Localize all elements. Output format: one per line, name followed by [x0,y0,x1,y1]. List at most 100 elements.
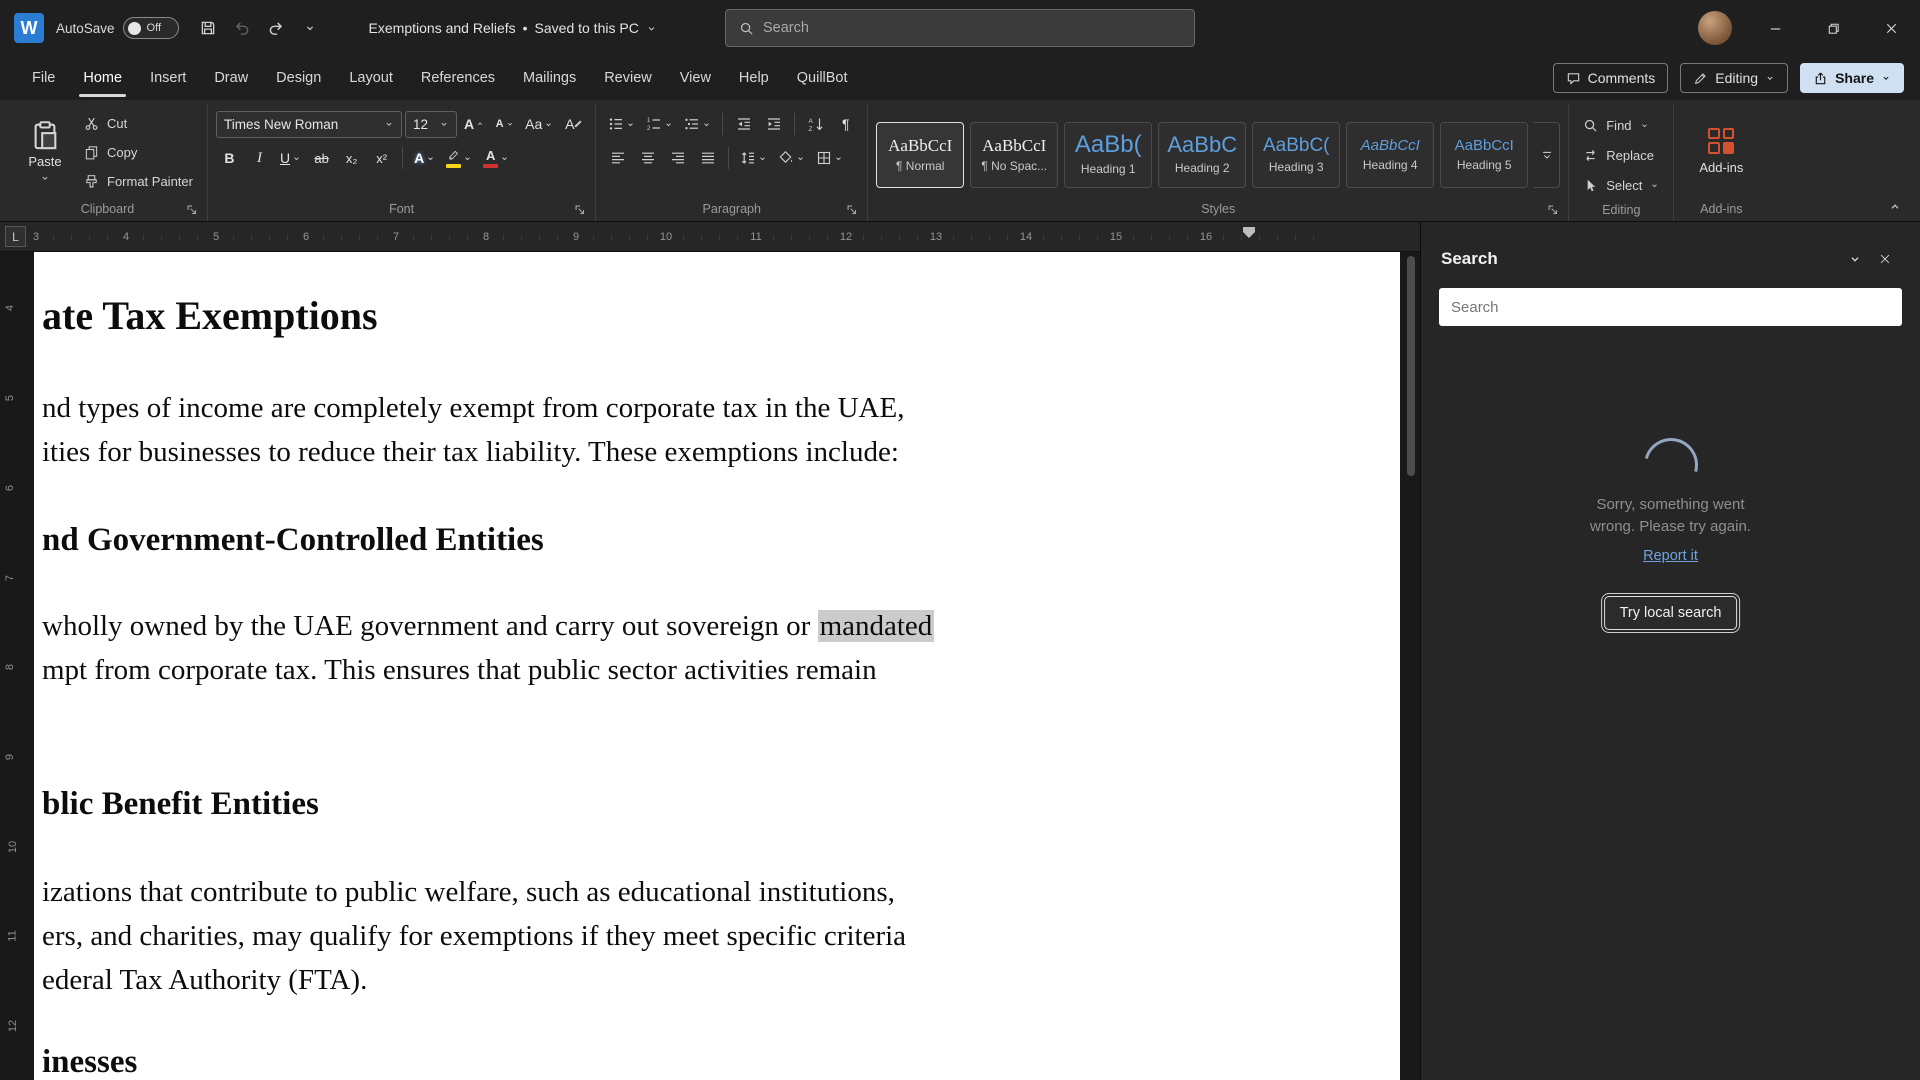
pane-body: Sorry, something went wrong. Please try … [1421,326,1920,1080]
subscript-button[interactable]: x₂ [338,144,365,172]
text-highlight-button[interactable] [442,144,476,172]
change-case-button[interactable]: Aa [521,110,557,138]
font-size-select[interactable]: 12 [404,110,457,138]
font-dialog-launcher[interactable] [573,203,587,217]
share-button[interactable]: Share [1800,63,1904,93]
paste-button[interactable]: Paste [16,106,74,196]
titlebar-search-box[interactable] [725,9,1195,47]
style-heading-5[interactable]: AaBbCcI Heading 5 [1440,121,1529,188]
menu-tab-design[interactable]: Design [262,56,335,100]
bold-button[interactable]: B [216,144,243,172]
pane-search-box[interactable] [1421,274,1920,326]
justify-button[interactable] [694,144,721,172]
add-ins-button[interactable]: Add-ins [1682,106,1760,196]
editing-mode-dropdown[interactable]: Editing [1680,63,1789,93]
ruler-number: 13 [926,230,946,243]
bullets-button[interactable] [604,110,639,138]
document-page[interactable]: ate Tax Exemptions nd types of income ar… [34,252,1400,1080]
increase-indent-button[interactable] [760,110,787,138]
select-button[interactable]: Select [1577,172,1665,198]
cut-button[interactable]: Cut [78,110,199,136]
grow-font-button[interactable]: A [460,110,488,138]
font-family-select[interactable]: Times New Roman [215,110,402,138]
pane-collapse-button[interactable] [1840,244,1870,274]
styles-dialog-launcher[interactable] [1546,203,1560,217]
word-logo-icon[interactable]: W [14,13,44,43]
menu-tab-insert[interactable]: Insert [136,56,200,100]
save-button[interactable] [191,11,225,45]
comment-icon [1566,71,1581,86]
style-heading-2[interactable]: AaBbC Heading 2 [1158,121,1247,188]
menu-tab-review[interactable]: Review [590,56,666,100]
menu-tab-help[interactable]: Help [725,56,783,100]
strikethrough-button[interactable]: ab [308,144,335,172]
copy-button[interactable]: Copy [78,139,199,165]
customize-quick-access-button[interactable] [293,11,327,45]
collapse-ribbon-button[interactable] [1882,197,1908,217]
menu-tab-mailings[interactable]: Mailings [509,56,590,100]
align-right-icon [670,150,686,166]
show-hide-marks-button[interactable]: ¶ [832,110,859,138]
comments-button[interactable]: Comments [1552,63,1669,93]
shrink-font-button[interactable]: A [491,110,518,138]
line-spacing-button[interactable] [736,144,771,172]
align-center-button[interactable] [634,144,661,172]
indent-marker[interactable] [1243,227,1255,238]
tab-selector[interactable]: L [5,226,26,247]
pane-search-input[interactable] [1439,288,1902,326]
menu-tab-quillbot[interactable]: QuillBot [783,56,862,100]
menu-tab-draw[interactable]: Draw [200,56,262,100]
document-title[interactable]: Exemptions and Reliefs • Saved to this P… [369,20,657,36]
shading-button[interactable] [774,144,809,172]
text-effects-button[interactable]: A [410,144,439,172]
minimize-button[interactable] [1746,0,1804,56]
try-local-search-button[interactable]: Try local search [1603,596,1738,630]
chevron-down-icon [506,120,514,128]
multilevel-list-button[interactable] [680,110,715,138]
style-heading-1[interactable]: AaBb(Heading 1 [1064,121,1153,188]
menu-tab-references[interactable]: References [407,56,509,100]
menu-tab-view[interactable]: View [666,56,725,100]
ruler-number: 5 [209,230,223,243]
align-left-button[interactable] [604,144,631,172]
decrease-indent-button[interactable] [730,110,757,138]
scrollbar-thumb[interactable] [1407,256,1415,476]
align-right-button[interactable] [664,144,691,172]
close-button[interactable] [1862,0,1920,56]
report-it-link[interactable]: Report it [1421,548,1920,564]
underline-button[interactable]: U [276,144,305,172]
redo-button[interactable] [259,11,293,45]
menu-tab-file[interactable]: File [18,56,69,100]
italic-button[interactable]: I [246,144,273,172]
autosave-toggle[interactable]: Off [122,17,179,39]
style-heading-4[interactable]: AaBbCcI Heading 4 [1346,121,1435,188]
undo-button[interactable] [225,11,259,45]
style-normal[interactable]: AaBbCcI ¶ Normal [876,121,965,188]
paragraph-dialog-launcher[interactable] [845,203,859,217]
pane-close-button[interactable] [1870,244,1900,274]
clear-formatting-button[interactable]: A [560,110,587,138]
format-painter-icon [84,174,99,189]
borders-button[interactable] [812,144,847,172]
menu-tab-layout[interactable]: Layout [335,56,407,100]
titlebar-search-input[interactable] [763,20,1181,36]
numbering-button[interactable] [642,110,677,138]
replace-button[interactable]: Replace [1577,142,1665,168]
style-no-spacing[interactable]: AaBbCcI ¶ No Spac... [970,121,1059,188]
sort-button[interactable] [802,110,829,138]
loading-spinner [1633,428,1708,502]
menubar: File Home Insert Draw Design Layout Refe… [0,56,1920,100]
font-color-button[interactable]: A [479,144,513,172]
avatar[interactable] [1698,11,1732,45]
format-painter-button[interactable]: Format Painter [78,168,199,194]
autosave-control[interactable]: AutoSave Off [56,17,179,39]
clipboard-dialog-launcher[interactable] [185,203,199,217]
find-button[interactable]: Find [1577,112,1665,138]
menu-tab-home[interactable]: Home [69,56,136,100]
superscript-button[interactable]: x² [368,144,395,172]
maximize-button[interactable] [1804,0,1862,56]
styles-gallery-more-button[interactable] [1534,121,1561,188]
style-heading-3[interactable]: AaBbC(Heading 3 [1252,121,1341,188]
horizontal-ruler[interactable]: L 3 4 5 6 7 8 9 10 11 12 13 14 15 16 [0,222,1420,252]
vertical-scrollbar[interactable] [1404,252,1418,1080]
